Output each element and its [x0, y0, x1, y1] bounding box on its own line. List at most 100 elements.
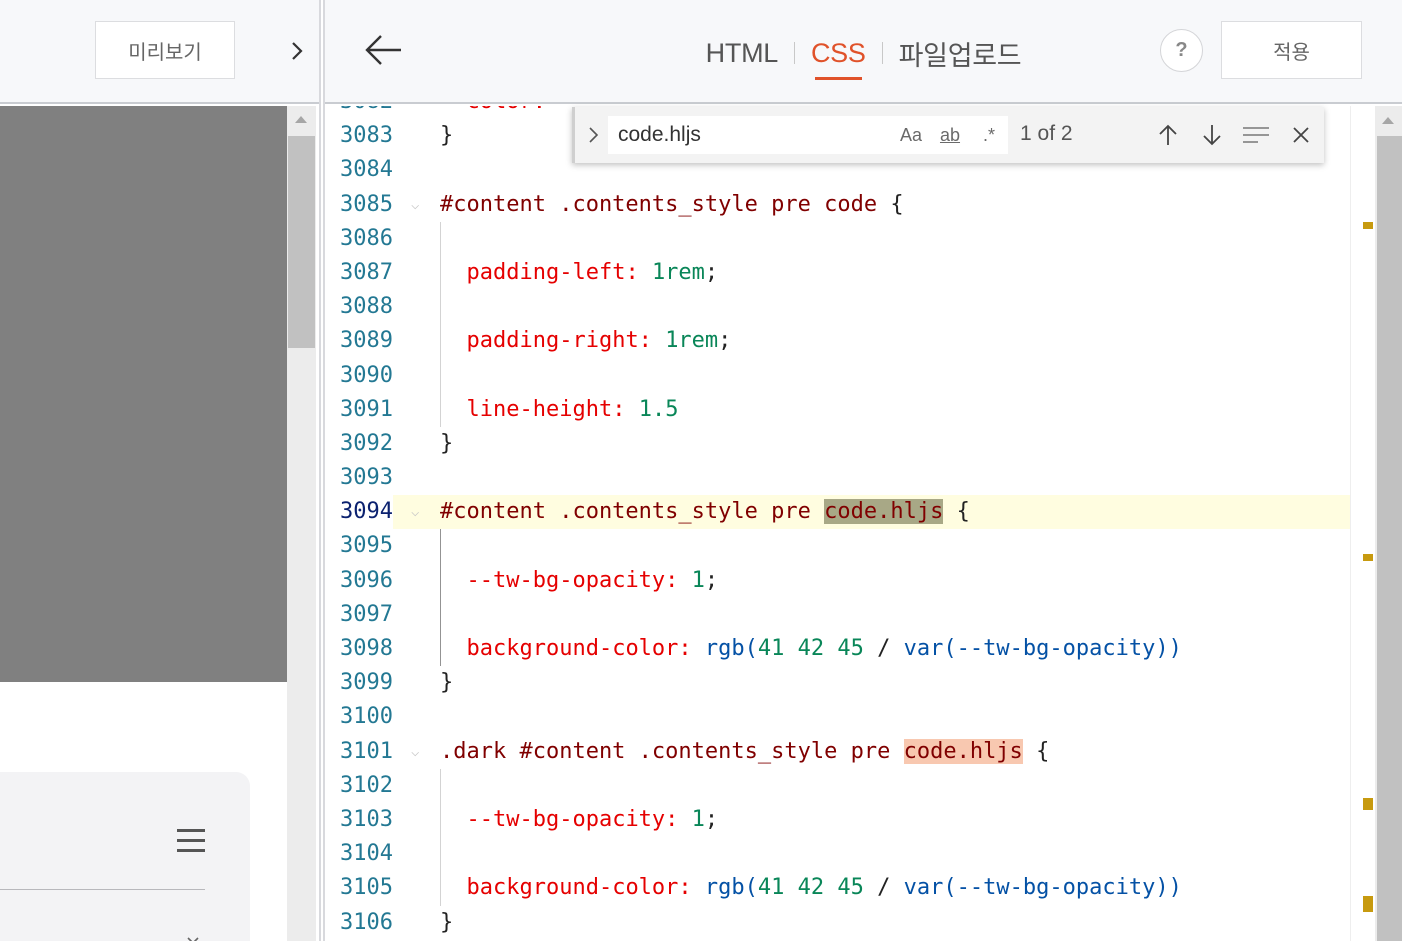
code-line[interactable]: 3092}	[325, 427, 1375, 461]
line-number: 3084	[340, 157, 393, 183]
code-line[interactable]: 3085 ⌵ #content .contents_style pre code {	[325, 188, 1375, 222]
code-line[interactable]: 3095	[325, 529, 1375, 564]
ruler-match-mark	[1363, 896, 1373, 912]
line-number: 3096	[340, 567, 393, 593]
find-in-selection-button[interactable]	[1240, 119, 1272, 151]
editor-scrollbar[interactable]	[1375, 106, 1402, 941]
code-line[interactable]: 3093	[325, 461, 1375, 495]
match-case-toggle[interactable]: Aa	[897, 121, 925, 149]
code-text: }	[440, 430, 454, 456]
line-number: 3091	[340, 396, 393, 422]
line-number: 3099	[340, 670, 393, 696]
fold-chevron-icon[interactable]: ⌵	[411, 735, 419, 769]
code-line[interactable]: 3088	[325, 290, 1375, 325]
code-line[interactable]: 3104	[325, 837, 1375, 872]
hamburger-icon[interactable]	[172, 824, 210, 856]
line-number: 3100	[340, 704, 393, 730]
indent-guide	[440, 529, 441, 564]
code-text: line-height: 1.5	[466, 396, 679, 422]
code-text: --tw-bg-opacity: 1;	[466, 806, 719, 832]
code-line[interactable]: 3094 ⌵ #content .contents_style pre code.h…	[325, 495, 1375, 530]
overview-ruler[interactable]	[1350, 106, 1375, 941]
toggle-replace-button[interactable]	[583, 121, 603, 149]
code-line[interactable]: 3102	[325, 768, 1375, 803]
search-match: code.hljs	[903, 738, 1023, 764]
code-line[interactable]: 3105 background-color: rgb(41 42 45 / va…	[325, 871, 1375, 906]
line-number: 3085	[340, 191, 393, 217]
line-number: 3097	[340, 601, 393, 627]
line-number: 3082	[325, 106, 393, 119]
chevron-right-icon	[292, 42, 303, 60]
pane-divider[interactable]	[319, 0, 321, 941]
apply-button[interactable]: 적용	[1221, 21, 1362, 79]
ruler-match-mark	[1363, 554, 1373, 561]
tab-css[interactable]: CSS	[795, 28, 882, 80]
fold-chevron-icon[interactable]: ⌵	[411, 495, 419, 529]
scroll-up-arrow-icon[interactable]	[295, 116, 307, 123]
line-number: 3086	[340, 225, 393, 251]
indent-guide	[440, 221, 441, 256]
regex-toggle[interactable]: .*	[975, 121, 1003, 149]
code-text: background-color: rgb(41 42 45 / var(--t…	[466, 636, 1182, 661]
code-line[interactable]: 3096 --tw-bg-opacity: 1;	[325, 563, 1375, 598]
line-number: 3083	[340, 123, 393, 149]
scroll-thumb[interactable]	[1377, 136, 1402, 941]
match-count: 1 of 2	[1020, 122, 1073, 145]
search-match: code.hljs	[824, 499, 944, 525]
code-line[interactable]: 3098 background-color: rgb(41 42 45 / va…	[325, 632, 1375, 667]
preview-button[interactable]: 미리보기	[95, 21, 235, 79]
code-text: }	[440, 123, 454, 149]
line-number: 3104	[340, 841, 393, 867]
code-line[interactable]: 3101 ⌵ .dark #content .contents_style pre …	[325, 735, 1375, 769]
scroll-thumb[interactable]	[288, 136, 315, 348]
code-text: .dark #content .contents_style pre code.…	[440, 738, 1050, 764]
code-line[interactable]: 3103 --tw-bg-opacity: 1;	[325, 802, 1375, 838]
ruler-match-mark	[1363, 222, 1373, 229]
find-widget: Aa ab .* 1 of 2	[572, 107, 1324, 163]
code-text: padding-left: 1rem;	[466, 259, 719, 285]
tab-html[interactable]: HTML	[690, 28, 794, 78]
code-line[interactable]: 3089 padding-right: 1rem;	[325, 324, 1375, 359]
whole-word-toggle[interactable]: ab	[933, 121, 967, 149]
ruler-match-mark	[1363, 798, 1373, 810]
line-number: 3103	[340, 806, 393, 832]
preview-image-placeholder	[0, 106, 287, 682]
previous-match-button[interactable]	[1152, 119, 1184, 151]
tab-file-upload[interactable]: 파일업로드	[883, 28, 1038, 78]
card-divider	[0, 889, 205, 890]
preview-scrollbar[interactable]	[287, 106, 316, 941]
code-text: color:	[440, 106, 559, 119]
indent-guide	[440, 290, 441, 325]
chevron-right-icon	[589, 127, 599, 143]
code-line[interactable]: 3099}	[325, 666, 1375, 700]
code-line[interactable]: 3097	[325, 597, 1375, 632]
help-button[interactable]: ?	[1160, 29, 1203, 72]
code-editor[interactable]: 3082 color: 3083} 3084 3085 ⌵ #content .cont…	[325, 106, 1402, 941]
code-line[interactable]: 3091 line-height: 1.5	[325, 392, 1375, 427]
next-match-button[interactable]	[1196, 119, 1228, 151]
line-number: 3090	[340, 362, 393, 388]
find-in-selection-icon	[1243, 127, 1269, 143]
scroll-up-arrow-icon[interactable]	[1382, 117, 1394, 124]
code-line[interactable]: 3086	[325, 221, 1375, 256]
fold-chevron-icon[interactable]: ⌵	[411, 188, 419, 222]
preview-header: 미리보기	[0, 0, 320, 104]
code-line[interactable]: 3100	[325, 700, 1375, 734]
line-number: 3101	[340, 738, 393, 764]
close-find-button[interactable]	[1285, 119, 1317, 151]
line-number: 3087	[340, 259, 393, 285]
preview-card	[0, 772, 250, 941]
code-line[interactable]: 3106}	[325, 906, 1375, 940]
indent-guide	[440, 768, 441, 803]
line-number: 3106	[340, 909, 393, 935]
code-text: padding-right: 1rem;	[466, 328, 732, 354]
editor-header: HTML CSS 파일업로드 ? 적용	[325, 0, 1402, 104]
close-icon	[1293, 127, 1309, 143]
code-line[interactable]: 3087 padding-left: 1rem;	[325, 255, 1375, 291]
code-line[interactable]: 3090	[325, 358, 1375, 393]
preview-pane: 미리보기	[0, 0, 320, 941]
expand-pane-button[interactable]	[279, 26, 315, 76]
indent-guide	[440, 837, 441, 872]
code-text: --tw-bg-opacity: 1;	[466, 567, 719, 593]
line-number: 3098	[340, 636, 393, 661]
